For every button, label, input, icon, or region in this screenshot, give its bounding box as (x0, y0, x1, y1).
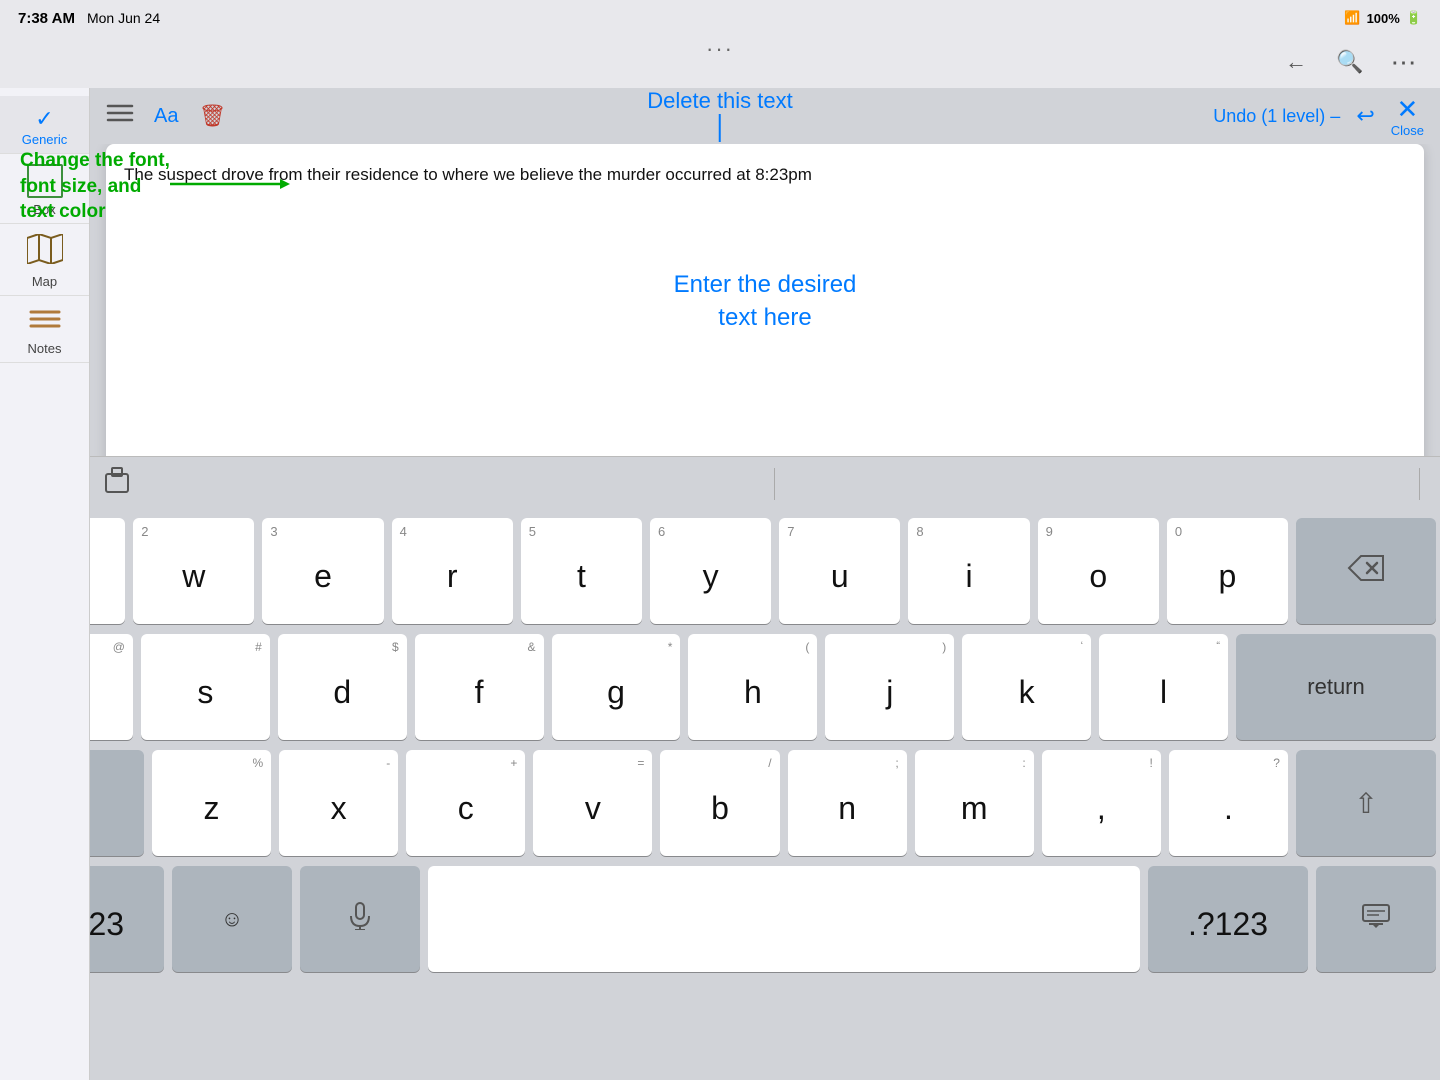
keyboard-row-4: .?123 ☺ .?123 (4, 866, 1436, 972)
undo-button[interactable]: Undo (1 level) – (1213, 106, 1340, 127)
sidebar: ✓ Generic Box Map Notes (0, 88, 90, 1080)
undo-section: Undo (1 level) – ↩ ✕ Close (1213, 94, 1424, 138)
space-key[interactable] (428, 866, 1140, 972)
delete-key[interactable] (1296, 518, 1436, 624)
search-button[interactable]: 🔍 (1332, 44, 1368, 80)
status-time: 7:38 AM (18, 10, 75, 27)
checkmark-icon: ✓ (35, 106, 53, 132)
font-format-button[interactable]: Aa (154, 105, 178, 128)
top-dots: ··· (706, 36, 734, 62)
sidebar-label-box: Box (33, 202, 55, 217)
return-key[interactable]: return (1236, 634, 1436, 740)
annotation-toolbar: Aa 🗑 Undo (1 level) – ↩ ✕ Close (90, 88, 1440, 144)
key-comma[interactable]: ! , (1042, 750, 1161, 856)
key-k[interactable]: ‘ k (962, 634, 1091, 740)
key-period[interactable]: ? . (1169, 750, 1288, 856)
status-date: Mon Jun 24 (87, 10, 160, 26)
key-o[interactable]: 9 o (1038, 518, 1159, 624)
key-u[interactable]: 7 u (779, 518, 900, 624)
keyboard: 1 q 2 w 3 e 4 r 5 t 6 y 7 u 8 i (0, 510, 1440, 1080)
status-bar: 7:38 AM Mon Jun 24 📶 100% 🔋 (0, 0, 1440, 36)
key-w[interactable]: 2 w (133, 518, 254, 624)
sidebar-label-map: Map (32, 274, 57, 289)
sidebar-item-notes[interactable]: Notes (0, 296, 89, 363)
keyboard-row-1: 1 q 2 w 3 e 4 r 5 t 6 y 7 u 8 i (4, 518, 1436, 624)
trash-icon: 🗑 (198, 103, 226, 128)
close-button[interactable]: ✕ Close (1391, 94, 1424, 138)
key-j[interactable]: ) j (825, 634, 954, 740)
battery-graphic: 🔋 (1406, 10, 1422, 26)
close-icon: ✕ (1396, 94, 1418, 125)
key-y[interactable]: 6 y (650, 518, 771, 624)
key-m[interactable]: : m (915, 750, 1034, 856)
sidebar-item-box[interactable]: Box (0, 154, 89, 224)
num-sym-key-right[interactable]: .?123 (1148, 866, 1308, 972)
key-p[interactable]: 0 p (1167, 518, 1288, 624)
return-label: return (1307, 674, 1364, 700)
key-i[interactable]: 8 i (908, 518, 1029, 624)
key-g[interactable]: * g (552, 634, 681, 740)
note-text: The suspect drove from their residence t… (124, 165, 812, 184)
toolbar-divider-1 (774, 468, 775, 500)
map-icon (27, 234, 63, 272)
key-l[interactable]: “ l (1099, 634, 1228, 740)
shift-key-right[interactable]: ⇧ (1296, 750, 1436, 856)
key-e[interactable]: 3 e (262, 518, 383, 624)
kb-paste-icon (104, 473, 130, 500)
status-icons: 📶 100% 🔋 (1344, 10, 1422, 26)
back-icon: ← (1285, 49, 1307, 75)
key-n[interactable]: ; n (788, 750, 907, 856)
undo-icon[interactable]: ↩ (1356, 103, 1374, 129)
battery-icon: 100% (1367, 11, 1400, 26)
sidebar-label-notes: Notes (28, 341, 62, 356)
keyboard-row-3: ⇧ % z - x + c = v / b ; n : m (4, 750, 1436, 856)
kb-paste-button[interactable] (104, 466, 130, 501)
keyboard-dismiss-key[interactable] (1316, 866, 1436, 972)
key-t[interactable]: 5 t (521, 518, 642, 624)
keyboard-row-2: @ a # s $ d & f * g ( h ) j ‘ k (4, 634, 1436, 740)
sidebar-label-generic: Generic (22, 132, 68, 147)
key-z[interactable]: % z (152, 750, 271, 856)
mic-key[interactable] (300, 866, 420, 972)
toolbar-divider-2 (1419, 468, 1420, 500)
delete-icon (1347, 554, 1385, 589)
key-d[interactable]: $ d (278, 634, 407, 740)
key-s[interactable]: # s (141, 634, 270, 740)
keyboard-toolbar: ↩ ↪ (0, 456, 1440, 510)
key-x[interactable]: - x (279, 750, 398, 856)
back-button[interactable]: ← (1278, 44, 1314, 80)
key-f[interactable]: & f (415, 634, 544, 740)
emoji-key[interactable]: ☺ (172, 866, 292, 972)
sidebar-item-generic[interactable]: ✓ Generic (0, 96, 89, 154)
note-placeholder[interactable]: Enter the desired text here (124, 268, 1406, 335)
placeholder-line1: Enter the desired (674, 271, 857, 298)
menu-icon (106, 102, 134, 130)
more-button[interactable]: ⋯ (1386, 44, 1422, 80)
key-v[interactable]: = v (533, 750, 652, 856)
shift-icon-right: ⇧ (1354, 787, 1377, 820)
key-r[interactable]: 4 r (392, 518, 513, 624)
more-icon: ⋯ (1391, 47, 1418, 78)
delete-button[interactable]: 🗑 (198, 103, 226, 129)
key-c[interactable]: + c (406, 750, 525, 856)
notes-icon (29, 306, 61, 337)
box-icon (27, 164, 63, 198)
placeholder-line2: text here (718, 304, 811, 331)
wifi-icon: 📶 (1344, 10, 1360, 26)
close-label: Close (1391, 123, 1424, 138)
key-b[interactable]: / b (660, 750, 779, 856)
key-h[interactable]: ( h (688, 634, 817, 740)
search-icon: 🔍 (1336, 49, 1363, 75)
sidebar-item-map[interactable]: Map (0, 224, 89, 296)
